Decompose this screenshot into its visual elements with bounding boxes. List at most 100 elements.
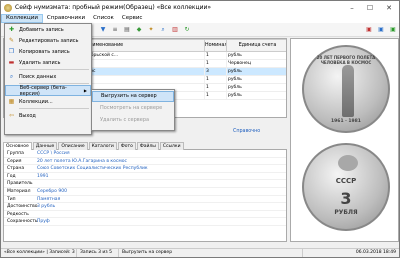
web-server-submenu: Выгрузить на сервер Посмотреть на сервер… (91, 89, 175, 131)
web-icon (9, 87, 16, 94)
menu-bar: Коллекции Справочники Список Сервис (1, 14, 399, 23)
cell-unit: рубль (226, 75, 286, 84)
menu-separator (19, 108, 89, 109)
reference-button[interactable]: Справочно (233, 129, 287, 137)
search-icon: ⌕ (9, 72, 14, 80)
property-row[interactable]: Страна Союз Советских Социалистических Ре… (4, 165, 286, 173)
settings-icon[interactable]: ✦ (146, 25, 156, 35)
export-icon[interactable]: ◆ (134, 25, 144, 35)
coin-unit: РУБЛЯ (334, 209, 358, 216)
menu-item-edit[interactable]: ✎ Редактировать запись (5, 35, 91, 46)
edit-icon: ✎ (8, 37, 15, 44)
menu-item-copy[interactable]: ❐ Копировать запись (5, 46, 91, 57)
app-coin-icon (4, 3, 12, 12)
property-key: Правитель (7, 181, 33, 187)
filter-icon[interactable]: ▼ (98, 25, 108, 35)
print-icon[interactable]: ▤ (122, 25, 132, 35)
column-header-unit[interactable]: Единица счета (226, 39, 286, 52)
tab-description[interactable]: Описание (58, 142, 88, 150)
refresh-icon[interactable]: ↻ (182, 25, 192, 35)
tab-photo[interactable]: Фото (117, 142, 136, 150)
menu-item-delete[interactable]: ▬ Удалить запись (5, 57, 91, 68)
sort-icon[interactable]: ≡ (110, 25, 120, 35)
property-row[interactable]: Группа СССР \ Россия (4, 150, 286, 158)
emblem-icon (338, 155, 358, 171)
status-collection: «Все коллекции» | Записей: 3 (1, 249, 77, 257)
coin-photo-panel[interactable]: 20 ЛЕТ ПЕРВОГО ПОЛЕТА ЧЕЛОВЕКА В КОСМОС … (290, 38, 399, 242)
status-record: Запись 3 из 5 (77, 249, 119, 257)
menu-collections[interactable]: Коллекции (1, 14, 43, 23)
coin-reverse-text: СССР (335, 177, 357, 185)
cell-nominal: 1 (204, 91, 227, 100)
menu-item-collections[interactable]: ▦ Коллекции... (5, 96, 91, 107)
collections-menu: ✚ Добавить запись ✎ Редактировать запись ❐… (4, 23, 92, 135)
property-value: 3 рубль (37, 204, 56, 210)
property-row[interactable]: Сохранность Пруф (4, 218, 286, 226)
add-icon: ✚ (8, 26, 15, 33)
property-value: Пруф (37, 219, 50, 225)
tab-links[interactable]: Ссылки (159, 142, 184, 150)
cosmonaut-figure (342, 65, 354, 117)
menu-item-label: Копировать запись (19, 48, 70, 55)
menu-item-label: Удалить запись (19, 59, 61, 66)
menu-item-delete-from-server[interactable]: Удалить с сервера (92, 115, 174, 126)
property-key: Группа (7, 151, 24, 156)
property-key: Год (7, 173, 16, 179)
menu-item-label: Добавить запись (19, 26, 64, 33)
cell-unit: рубль (226, 67, 286, 76)
cell-nominal: 1 (204, 83, 227, 92)
menu-item-label: Редактировать запись (19, 37, 79, 44)
property-value (37, 180, 286, 187)
cell-nominal: 1 (204, 51, 227, 60)
property-row[interactable]: Достоинство 3 рубль (4, 203, 286, 211)
detail-tabs: Основное Данные Описание Каталоги Фото Ф… (3, 142, 287, 150)
cell-unit: рубль (226, 51, 286, 60)
status-hint: Выгрузить на сервер (119, 249, 303, 257)
property-key: Тип (7, 196, 16, 202)
menu-item-upload[interactable]: Выгрузить на сервер (92, 91, 174, 102)
column-header-nominal[interactable]: Номинал (204, 39, 227, 52)
app-window: Сейф нумизмата: пробный режим(Образец) «… (0, 0, 400, 258)
cell-nominal: 3 (204, 67, 227, 76)
menu-item-exit[interactable]: ⇦ Выход (5, 110, 91, 121)
tab-main[interactable]: Основное (3, 142, 32, 150)
menu-reference[interactable]: Справочники (43, 14, 89, 23)
menu-item-view-on-server[interactable]: Посмотреть на сервере (92, 103, 174, 114)
menu-item-add[interactable]: ✚ Добавить запись (5, 24, 91, 35)
image-blue-icon[interactable]: ▣ (376, 25, 386, 35)
coin-reverse-image: СССР 3 РУБЛЯ (302, 143, 390, 231)
property-value: 20 лет полета Ю.А.Гагарина в космос (37, 158, 127, 164)
maximize-button[interactable]: ☐ (361, 1, 379, 14)
tab-catalogs[interactable]: Каталоги (88, 142, 117, 150)
menu-item-search[interactable]: ⌕ Поиск данных (5, 71, 91, 82)
search-icon[interactable]: ⌕ (158, 25, 168, 35)
property-value: 1991 (37, 173, 49, 179)
chart-icon[interactable]: ▥ (170, 25, 180, 35)
exit-icon: ⇦ (8, 112, 15, 119)
menu-item-label: Выход (19, 112, 36, 119)
property-key: Сохранность (7, 219, 38, 225)
close-button[interactable]: ✕ (379, 1, 399, 14)
chevron-right-icon: ▶ (83, 88, 87, 93)
menu-list[interactable]: Список (89, 14, 118, 23)
cell-nominal: 1 (204, 75, 227, 84)
tab-data[interactable]: Данные (32, 142, 58, 150)
coin-value: 3 (340, 189, 352, 208)
property-row[interactable]: Серия 20 лет полета Ю.А.Гагарина в космос (4, 158, 286, 166)
property-row[interactable]: Правитель (4, 180, 286, 188)
menu-service[interactable]: Сервис (118, 14, 147, 23)
cell-unit: Червонец (226, 59, 286, 68)
property-key: Серия (7, 158, 22, 164)
property-row[interactable]: Тип Памятная (4, 196, 286, 204)
minimize-button[interactable]: – (343, 1, 361, 14)
menu-item-web-server[interactable]: Веб-сервер (бета-версия) ▶ (5, 85, 91, 97)
image-red-icon[interactable]: ▣ (364, 25, 374, 35)
status-bar: «Все коллекции» | Записей: 3 Запись 3 из… (1, 248, 399, 257)
tab-files[interactable]: Файлы (136, 142, 159, 150)
image-green-icon[interactable]: ▣ (388, 25, 398, 35)
property-row[interactable]: Год 1991 (4, 173, 286, 181)
cell-nominal: 1 (204, 59, 227, 68)
property-value (37, 211, 286, 218)
property-row[interactable]: Редкость (4, 211, 286, 219)
property-row[interactable]: Материал Серебро 900 (4, 188, 286, 196)
